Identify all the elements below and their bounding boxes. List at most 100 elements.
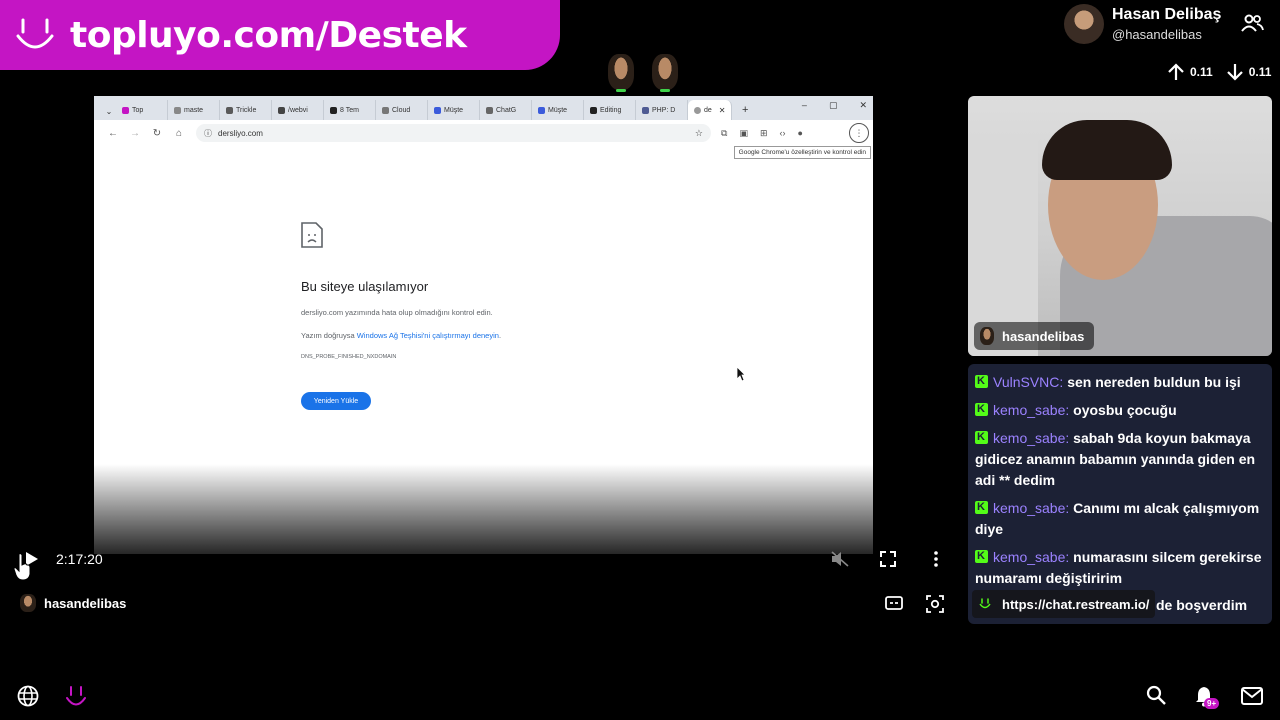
browser-tab: Cloud: [376, 100, 428, 120]
kick-icon: [975, 399, 988, 420]
chat-message-tail: de boşverdim: [1156, 597, 1248, 613]
streamer-name: hasandelibas: [44, 595, 127, 611]
browser-tab-label: Editing: [600, 106, 622, 114]
playback-time: 2:17:20: [56, 551, 103, 567]
chat-message: VulnSVNC: sen nereden buldun bu işi: [975, 371, 1265, 393]
window-controls: – ▢ ✕: [801, 100, 867, 110]
home-icon: ⌂: [175, 127, 183, 139]
kick-icon: [975, 546, 988, 567]
channel-profile[interactable]: Hasan Delibaş @hasandelibas: [1064, 4, 1221, 44]
browser-tab-label: Top: [132, 106, 144, 114]
browser-tab: Top: [116, 100, 168, 120]
tab-favicon-icon: [434, 106, 441, 114]
kick-icon: [975, 371, 988, 392]
browser-tab-label: /webvi: [288, 106, 308, 114]
browser-tab-label: PHP: D: [652, 106, 676, 114]
more-options-icon[interactable]: [930, 550, 942, 568]
browser-tab: /webvi: [272, 100, 324, 120]
vote-bar: 0.11 0.11: [1166, 62, 1271, 82]
error-page: Bu siteye ulaşılamıyor dersliyo.com yazı…: [301, 222, 501, 410]
browser-tab-label: maste: [184, 106, 204, 114]
chat-username[interactable]: kemo_sabe:: [993, 402, 1069, 418]
new-tab-icon: +: [742, 104, 749, 116]
reload-icon: ↻: [152, 127, 162, 139]
search-icon[interactable]: [1146, 685, 1166, 705]
avatar: [20, 594, 36, 612]
fullscreen-icon[interactable]: [880, 551, 896, 567]
browser-tab-active: de ✕: [688, 100, 732, 120]
browser-tab-label: Cloud: [392, 106, 411, 114]
chat-text: sen nereden buldun bu işi: [1067, 374, 1241, 390]
browser-toolbar: ← → ↻ ⌂ ⓘ dersliyo.com ☆ ⧉ ▣ ⊞ ‹› ● ⋮: [94, 120, 873, 146]
chat-username[interactable]: kemo_sabe:: [993, 549, 1069, 565]
topluyo-logo-icon[interactable]: [65, 685, 87, 709]
kick-icon: [975, 427, 988, 448]
browser-tab-label: Müşte: [548, 106, 568, 114]
tab-favicon-icon: [278, 106, 285, 114]
mute-icon[interactable]: [831, 551, 849, 567]
arrow-up-icon[interactable]: [1166, 62, 1186, 82]
globe-icon[interactable]: [17, 685, 39, 707]
address-bar: ⓘ dersliyo.com ☆: [196, 124, 711, 142]
upvote-count: 0.11: [1190, 65, 1213, 79]
chat-message: kemo_sabe: Canımı mı alcak çalışmıyom di…: [975, 497, 1265, 540]
browser-tab: 8 Tem: [324, 100, 376, 120]
tooltip: Google Chrome'u özelleştirin ve kontrol …: [733, 146, 871, 159]
webcam-feed[interactable]: hasandelibas: [968, 96, 1272, 356]
chat-text: oyosbu çocuğu: [1073, 402, 1177, 418]
people-icon[interactable]: [1240, 14, 1264, 32]
diagnostics-link: Windows Ağ Teşhisi'ni çalıştırmayı deney…: [356, 331, 499, 340]
notification-badge: 9+: [1204, 698, 1220, 709]
chat-message: kemo_sabe: numarasını silcem gerekirse n…: [975, 546, 1265, 589]
tab-favicon-icon: [486, 106, 493, 114]
error-line-2: Yazım doğruysa Windows Ağ Teşhisi'ni çal…: [301, 331, 502, 340]
mouse-cursor-icon: [736, 366, 746, 382]
info-icon: ⓘ: [204, 128, 212, 138]
tab-favicon-icon: [226, 106, 233, 114]
chat-message: kemo_sabe: sabah 9da koyun bakmaya gidic…: [975, 427, 1265, 491]
kick-icon: [975, 497, 988, 518]
video-player[interactable]: ⌄ Top maste Trickle/webvi 8 Tem Cloud Müşte Ch…: [94, 96, 873, 554]
tab-favicon-icon: [642, 106, 649, 114]
star-icon: ☆: [694, 127, 703, 138]
browser-tab: Editing: [584, 100, 636, 120]
webcam-person-hair: [1042, 120, 1172, 180]
viewer-avatar[interactable]: [652, 54, 678, 92]
video-gradient: [94, 464, 873, 554]
browser-tab: Müşte: [532, 100, 584, 120]
avatar: [980, 327, 994, 345]
viewer-avatar[interactable]: [608, 54, 634, 92]
tab-favicon-icon: [590, 106, 597, 114]
forward-icon: →: [130, 127, 140, 139]
avatar: [1064, 4, 1104, 44]
theater-mode-icon[interactable]: [885, 596, 903, 610]
mail-icon[interactable]: [1241, 687, 1263, 705]
chat-panel: VulnSVNC: sen nereden buldun bu işi kemo_…: [968, 364, 1272, 624]
arrow-down-icon[interactable]: [1225, 62, 1245, 82]
reload-button: Yeniden Yükle: [301, 392, 371, 410]
banner-text: topluyo.com/Destek: [70, 14, 467, 56]
tab-favicon-icon: [174, 106, 181, 114]
profile-handle: @hasandelibas: [1112, 27, 1202, 42]
stream-owner[interactable]: hasandelibas: [20, 594, 126, 612]
chat-username[interactable]: VulnSVNC:: [993, 374, 1063, 390]
tab-search-icon: ⌄: [105, 106, 113, 116]
support-banner[interactable]: topluyo.com/Destek: [0, 0, 560, 70]
restream-icon: [979, 598, 991, 609]
tab-favicon-icon: [382, 106, 389, 114]
browser-tab: ChatG: [480, 100, 532, 120]
tab-favicon-icon: [330, 106, 337, 114]
chrome-menu-icon: ⋮: [849, 123, 869, 143]
tab-favicon-icon: [538, 106, 545, 114]
webcam-label-text: hasandelibas: [1002, 328, 1085, 344]
screenshot-icon[interactable]: [926, 595, 944, 613]
browser-tab: maste: [168, 100, 220, 120]
browser-tab: Trickle: [220, 100, 272, 120]
profile-name: Hasan Delibaş: [1112, 6, 1222, 23]
browser-tab-strip: ⌄ Top maste Trickle/webvi 8 Tem Cloud Müşte Ch…: [94, 96, 873, 120]
chat-username[interactable]: kemo_sabe:: [993, 430, 1069, 446]
restream-link[interactable]: https://chat.restream.io/: [972, 590, 1156, 618]
error-title: Bu siteye ulaşılamıyor: [301, 279, 429, 294]
chat-username[interactable]: kemo_sabe:: [993, 500, 1069, 516]
browser-tab-label: ChatG: [496, 106, 517, 114]
